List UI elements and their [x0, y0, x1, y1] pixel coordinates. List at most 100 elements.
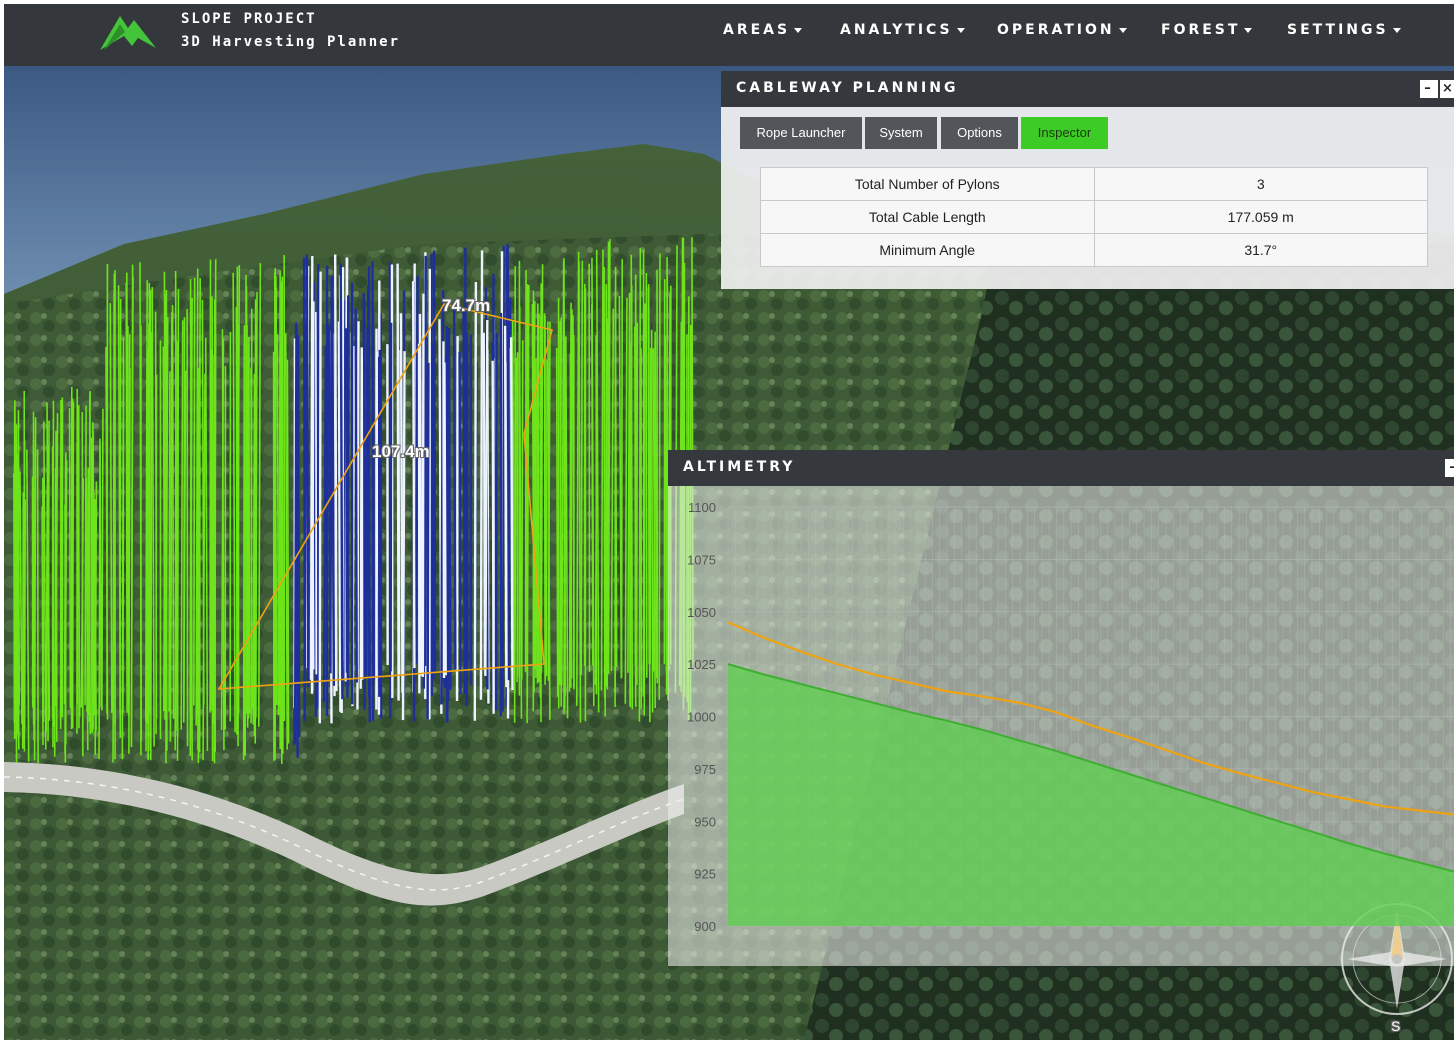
cableway-panel-header[interactable]: CABLEWAY PLANNING – ×	[721, 71, 1454, 107]
nav-analytics-label: ANALYTICS	[840, 22, 953, 38]
tree-stem	[397, 350, 401, 675]
minimize-button[interactable]: –	[1420, 80, 1438, 98]
cableway-panel-title: CABLEWAY PLANNING	[736, 80, 959, 96]
tree-stem	[155, 374, 158, 735]
cableway-planning-panel: CABLEWAY PLANNING – × Rope Launcher Syst…	[721, 71, 1454, 289]
inspector-value: 177.059 m	[1093, 200, 1428, 234]
y-tick-label: 975	[694, 762, 716, 777]
tree-stem	[213, 343, 217, 764]
tab-rope-launcher[interactable]: Rope Launcher	[740, 117, 862, 149]
altimetry-panel-header[interactable]: ALTIMETRY –	[668, 450, 1454, 486]
mountain-logo-icon[interactable]	[98, 8, 162, 54]
tree-stem	[286, 359, 290, 744]
tree-stem	[322, 346, 327, 703]
caret-down-icon	[1392, 27, 1401, 33]
nav-operation-label: OPERATION	[997, 22, 1115, 38]
tree-stem	[329, 275, 333, 667]
tree-stem	[101, 408, 104, 711]
cableway-panel-body: Rope Launcher System Options Inspector T…	[721, 107, 1454, 289]
tree-stem	[354, 308, 358, 683]
inspector-value: 31.7°	[1093, 233, 1428, 267]
close-button[interactable]: ×	[1440, 80, 1454, 98]
nav-areas-label: AREAS	[723, 22, 791, 38]
minimize-button[interactable]: –	[1445, 459, 1454, 477]
tree-stem	[503, 325, 508, 688]
nav-settings[interactable]: SETTINGS	[1287, 22, 1401, 38]
tree-stem	[570, 309, 573, 688]
tree-stem	[316, 290, 320, 708]
tree-stem	[563, 336, 566, 714]
tree-stem	[305, 254, 310, 688]
caret-down-icon	[794, 27, 803, 33]
tree-stem	[183, 317, 186, 713]
tree-stem	[125, 282, 128, 713]
y-tick-label: 925	[694, 867, 716, 882]
tree-stem	[193, 278, 196, 706]
distance-label: 74.7m	[442, 296, 491, 315]
tree-stem	[243, 325, 247, 756]
tree-stem	[310, 301, 315, 691]
tree-stem	[293, 329, 298, 743]
y-tick-label: 1050	[687, 605, 716, 620]
tree-stem	[276, 334, 280, 716]
tree-stem	[250, 308, 253, 724]
tree-stem	[603, 266, 606, 699]
tree-stem	[630, 254, 634, 710]
tab-system[interactable]: System	[865, 117, 937, 149]
tree-stem	[333, 254, 338, 692]
table-row: Total Number of Pylons 3	[760, 167, 1428, 201]
tree-stem	[64, 504, 67, 745]
tree-stem	[431, 344, 436, 679]
compass-south-label: S	[1391, 1018, 1401, 1034]
table-row: Minimum Angle 31.7°	[760, 233, 1428, 267]
brand-subtitle: 3D Harvesting Planner	[181, 34, 401, 50]
altimetry-panel-title: ALTIMETRY	[683, 459, 796, 475]
tab-inspector[interactable]: Inspector	[1021, 117, 1108, 149]
tree-stem	[302, 257, 307, 718]
nav-operation[interactable]: OPERATION	[997, 22, 1127, 38]
tree-stem	[452, 301, 457, 670]
tree-stem	[559, 321, 562, 707]
tree-stem	[658, 253, 661, 700]
tree-stem	[506, 243, 511, 681]
altimetry-panel: ALTIMETRY – 1100 1075 1050 1025 1000 975 950 92…	[668, 450, 1454, 966]
nav-analytics[interactable]: ANALYTICS	[840, 22, 965, 38]
tree-stem	[71, 401, 75, 717]
tree-stem	[447, 340, 451, 688]
tree-stem	[555, 347, 559, 697]
tree-stem	[442, 341, 446, 678]
tree-stem	[580, 260, 584, 675]
tree-stem	[455, 336, 459, 702]
y-tick-label: 1075	[687, 552, 716, 567]
tree-stem	[55, 473, 58, 706]
y-tick-label: 1025	[687, 657, 716, 672]
tree-stem	[361, 356, 365, 680]
tree-stem	[458, 351, 462, 695]
tree-stem	[36, 449, 39, 763]
nav-areas[interactable]: AREAS	[723, 22, 803, 38]
tree-stem	[526, 303, 530, 724]
table-row: Total Cable Length 177.059 m	[760, 200, 1428, 234]
altimetry-chart[interactable]: 1100 1075 1050 1025 1000 975 950 925 900	[668, 486, 1454, 966]
tree-stem	[248, 337, 251, 714]
tree-stem	[165, 289, 168, 709]
nav-forest[interactable]: FOREST	[1161, 22, 1253, 38]
tree-stem	[494, 332, 498, 711]
tree-stem	[245, 274, 248, 714]
caret-down-icon	[1118, 27, 1127, 33]
tree-stem	[168, 371, 171, 712]
tree-stem	[411, 281, 416, 669]
top-navigation-bar: SLOPE PROJECT 3D Harvesting Planner AREA…	[4, 4, 1454, 66]
y-tick-label: 950	[694, 814, 716, 829]
tab-options[interactable]: Options	[941, 117, 1018, 149]
inspector-label: Total Number of Pylons	[760, 167, 1095, 201]
tree-stem	[33, 417, 37, 761]
tree-stem	[649, 347, 652, 665]
tree-stem	[509, 337, 514, 690]
tree-stem	[491, 360, 495, 714]
tree-stem	[513, 266, 517, 723]
inspector-table: Total Number of Pylons 3 Total Cable Len…	[760, 167, 1428, 267]
tree-stem	[399, 313, 404, 693]
tree-stem	[91, 447, 94, 731]
y-tick-label: 900	[694, 919, 716, 934]
